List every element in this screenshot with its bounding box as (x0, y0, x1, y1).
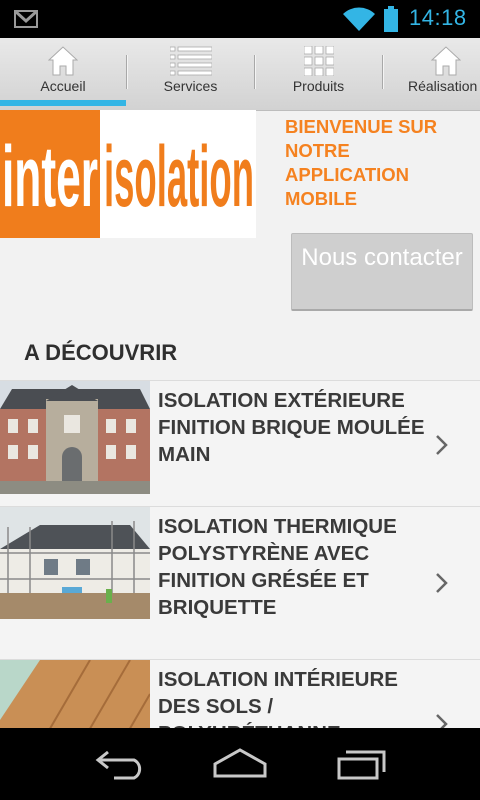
tab-accueil[interactable]: Accueil (0, 38, 126, 106)
home-icon (431, 46, 461, 76)
clock: 14:18 (409, 5, 467, 30)
tab-label: Produits (292, 78, 345, 94)
item-title: ISOLATION THERMIQUE POLYSTYRÈNE AVEC FIN… (158, 515, 397, 619)
chevron-right-icon (436, 435, 448, 455)
inter-isolation-logo: inter isolation (0, 110, 256, 238)
list-item[interactable]: ISOLATION THERMIQUE POLYSTYRÈNE AVEC FIN… (0, 506, 480, 659)
section-title: A DÉCOUVRIR (24, 340, 178, 365)
gmail-notification-icon (14, 10, 38, 28)
item-title: ISOLATION EXTÉRIEURE FINITION BRIQUE MOU… (158, 389, 425, 466)
item-thumbnail-wooden-floor (0, 660, 150, 728)
back-icon[interactable] (94, 746, 146, 780)
tab-label: Réalisation (408, 78, 478, 94)
discover-list[interactable]: ISOLATION EXTÉRIEURE FINITION BRIQUE MOU… (0, 380, 480, 728)
tab-realisation[interactable]: Réalisation (383, 38, 480, 106)
chevron-right-icon (436, 714, 448, 728)
recent-apps-icon[interactable] (336, 746, 388, 780)
selected-tab-indicator (0, 100, 126, 106)
logo-word-isolation: isolation (104, 129, 254, 225)
list-item[interactable]: ISOLATION INTÉRIEURE DES SOLS / POLYURÉT… (0, 659, 480, 728)
status-bar: 14:18 (0, 0, 480, 38)
system-navigation-bar (0, 728, 480, 800)
contact-button[interactable]: Nous contacter (291, 233, 473, 311)
wifi-icon (343, 7, 375, 31)
home-icon (48, 46, 78, 76)
item-thumbnail-scaffolding-house (0, 507, 150, 619)
chevron-right-icon (436, 573, 448, 593)
tab-label: Services (163, 78, 218, 94)
tab-bar: Accueil Services Produits Réalisation (0, 38, 480, 111)
tab-services[interactable]: Services (127, 38, 254, 106)
item-thumbnail-brick-house (0, 381, 150, 494)
logo-word-inter: inter (2, 129, 98, 225)
tab-label: Accueil (40, 78, 86, 94)
battery-icon (384, 6, 398, 32)
item-title: ISOLATION INTÉRIEURE DES SOLS / POLYURÉT… (158, 668, 398, 728)
home-icon[interactable] (212, 746, 268, 778)
welcome-text: BIENVENUE SUR NOTRE APPLICATION MOBILE (285, 116, 438, 209)
grid-icon (303, 46, 334, 76)
tab-produits[interactable]: Produits (255, 38, 382, 106)
list-item[interactable]: ISOLATION EXTÉRIEURE FINITION BRIQUE MOU… (0, 380, 480, 506)
list-icon (169, 46, 212, 76)
